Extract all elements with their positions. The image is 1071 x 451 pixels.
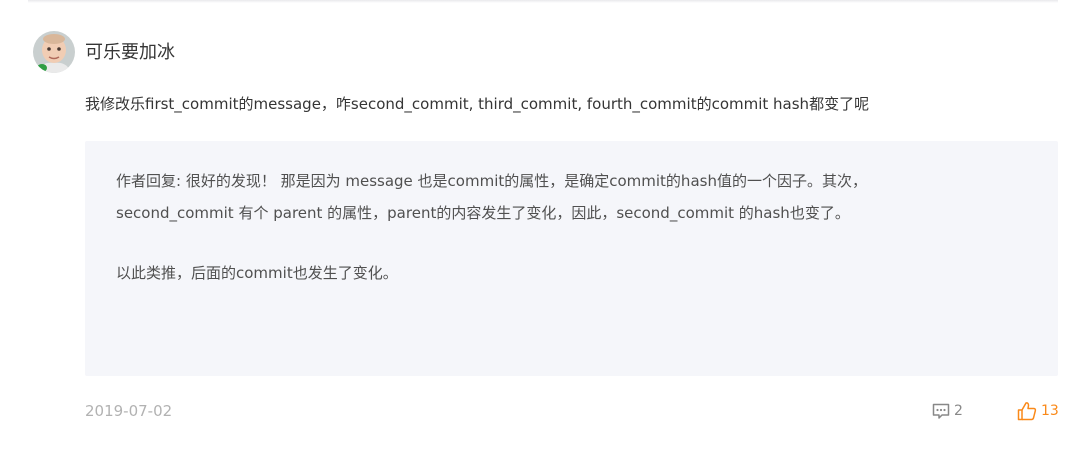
reply-count: 2 (954, 403, 963, 419)
author-reply-line-1: 作者回复: 很好的发现！ 那是因为 message 也是commit的属性，是确… (116, 172, 867, 190)
like-count: 13 (1041, 403, 1059, 419)
author-reply-box: 作者回复: 很好的发现！ 那是因为 message 也是commit的属性，是确… (85, 141, 1058, 376)
reply-button[interactable]: 2 (931, 400, 963, 422)
comment-text: 我修改乐first_commit的message，咋second_commit,… (85, 95, 870, 113)
comment-date: 2019-07-02 (85, 402, 173, 420)
author-reply-line-2: second_commit 有个 parent 的属性，parent的内容发生了… (116, 204, 850, 222)
comment-bubble-icon (931, 401, 951, 421)
comment-username[interactable]: 可乐要加冰 (85, 40, 175, 66)
author-reply-line-3: 以此类推，后面的commit也发生了变化。 (116, 264, 398, 282)
like-button[interactable]: 13 (1016, 400, 1059, 422)
thumbs-up-icon (1016, 400, 1038, 422)
previous-item-divider (28, 0, 1058, 3)
user-avatar[interactable] (33, 31, 75, 73)
